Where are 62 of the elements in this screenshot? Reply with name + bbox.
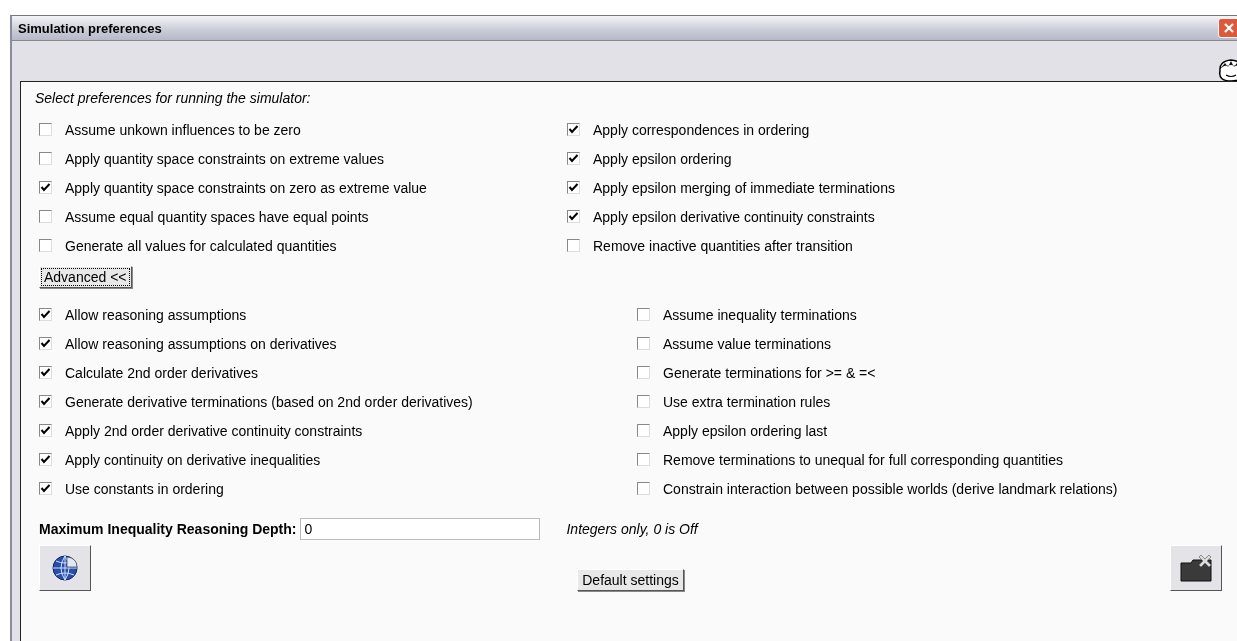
hint-text: Integers only, 0 is Off	[566, 521, 698, 537]
checkbox[interactable]	[39, 395, 52, 408]
globe-button[interactable]	[39, 545, 91, 591]
checkbox-option[interactable]: Apply epsilon ordering last	[633, 416, 1118, 445]
checkbox[interactable]	[39, 239, 52, 252]
checkbox[interactable]	[39, 181, 52, 194]
close-button[interactable]	[1218, 18, 1237, 38]
checkbox[interactable]	[39, 366, 52, 379]
checkbox[interactable]	[567, 181, 580, 194]
default-settings-button[interactable]: Default settings	[577, 569, 684, 591]
checkbox-option[interactable]: Calculate 2nd order derivatives	[35, 358, 633, 387]
checkbox-option[interactable]: Remove terminations to unequal for full corresponding quantities	[633, 445, 1118, 474]
checkbox[interactable]	[637, 395, 650, 408]
checkbox-option[interactable]: Assume value terminations	[633, 329, 1118, 358]
folder-icon	[1179, 553, 1213, 583]
checkbox-option[interactable]: Use constants in ordering	[35, 474, 633, 503]
checkbox[interactable]	[39, 453, 52, 466]
checkbox-option[interactable]: Constrain interaction between possible worlds (derive landmark relations)	[633, 474, 1118, 503]
checkbox[interactable]	[39, 337, 52, 350]
checkbox[interactable]	[637, 482, 650, 495]
checkbox-option[interactable]: Assume inequality terminations	[633, 300, 1118, 329]
checkbox[interactable]	[637, 453, 650, 466]
checkbox-option[interactable]: Apply correspondences in ordering	[563, 115, 895, 144]
checkbox-option[interactable]: Generate terminations for >= & =<	[633, 358, 1118, 387]
checkbox-option[interactable]: Apply epsilon merging of immediate terminations	[563, 173, 895, 202]
checkbox[interactable]	[567, 152, 580, 165]
close-icon	[1223, 22, 1235, 34]
globe-icon	[50, 553, 80, 583]
checkbox[interactable]	[567, 210, 580, 223]
checkbox-option[interactable]: Apply quantity space constraints on extreme values	[35, 144, 563, 173]
checkbox[interactable]	[39, 210, 52, 223]
checkbox-option[interactable]: Generate all values for calculated quantities	[35, 231, 563, 260]
checkbox[interactable]	[567, 123, 580, 136]
checkbox-option[interactable]: Apply continuity on derivative inequalities	[35, 445, 633, 474]
checkbox-option[interactable]: Allow reasoning assumptions on derivatives	[35, 329, 633, 358]
checkbox-option[interactable]: Apply epsilon derivative continuity constraints	[563, 202, 895, 231]
checkbox[interactable]	[39, 424, 52, 437]
checkbox[interactable]	[39, 152, 52, 165]
checkbox[interactable]	[637, 308, 650, 321]
checkbox[interactable]	[39, 308, 52, 321]
advanced-button[interactable]: Advanced <<	[39, 266, 132, 288]
checkbox[interactable]	[39, 482, 52, 495]
checkbox-option[interactable]: Generate derivative terminations (based on 2nd order derivatives)	[35, 387, 633, 416]
checkbox[interactable]	[39, 123, 52, 136]
window-title: Simulation preferences	[18, 20, 162, 36]
depth-label: Maximum Inequality Reasoning Depth:	[39, 521, 297, 537]
checkbox[interactable]	[637, 337, 650, 350]
checkbox-option[interactable]: Assume equal quantity spaces have equal points	[35, 202, 563, 231]
checkbox-option[interactable]: Apply 2nd order derivative continuity constraints	[35, 416, 633, 445]
instruction-text: Select preferences for running the simulator:	[35, 90, 312, 106]
checkbox[interactable]	[567, 239, 580, 252]
checkbox-option[interactable]: Apply quantity space constraints on zero as extreme value	[35, 173, 563, 202]
folder-button[interactable]	[1170, 545, 1222, 591]
checkbox[interactable]	[637, 366, 650, 379]
depth-input-field[interactable]: 0	[300, 518, 541, 540]
checkbox-option[interactable]: Use extra termination rules	[633, 387, 1118, 416]
checkbox-option[interactable]: Allow reasoning assumptions	[35, 300, 633, 329]
checkbox[interactable]	[637, 424, 650, 437]
checkbox-option[interactable]: Remove inactive quantities after transition	[563, 231, 895, 260]
checkbox-option[interactable]: Assume unkown influences to be zero	[35, 115, 563, 144]
checkbox-option[interactable]: Apply epsilon ordering	[563, 144, 895, 173]
mascot-icon[interactable]	[1216, 57, 1237, 83]
